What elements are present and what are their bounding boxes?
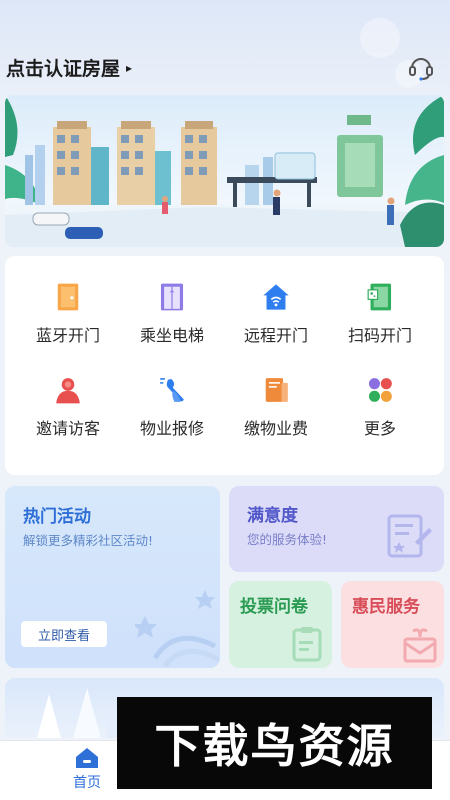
verify-house-label: 点击认证房屋	[6, 58, 121, 80]
benefit-service-title: 惠民服务	[352, 597, 420, 617]
grid-label: 乘坐电梯	[139, 326, 204, 345]
grid-item-remote-door[interactable]: 远程开门	[226, 256, 326, 346]
grid-item-bluetooth-door[interactable]: 蓝牙开门	[18, 256, 118, 346]
satisfaction-title: 满意度	[247, 506, 298, 526]
grid-label: 邀请访客	[35, 419, 100, 438]
grid-item-qr-door[interactable]: 扫码开门	[330, 256, 430, 346]
watermark-overlay: 下载鸟资源	[117, 697, 432, 789]
grid-item-repair[interactable]: 物业报修	[122, 349, 222, 439]
vote-survey-card[interactable]: 投票问卷	[229, 581, 332, 668]
grid-item-elevator[interactable]: 乘坐电梯	[122, 256, 222, 346]
qr-door-icon	[367, 283, 392, 311]
hot-activity-subtitle: 解锁更多精彩社区活动!	[23, 533, 154, 548]
view-now-button[interactable]: 立即查看	[21, 621, 107, 647]
vote-survey-title: 投票问卷	[240, 597, 308, 617]
grid-label: 扫码开门	[347, 326, 412, 345]
tab-home-label: 首页	[73, 775, 101, 791]
watermark-text: 下载鸟资源	[154, 719, 395, 773]
fireworks-icon	[135, 590, 220, 668]
clipboard-icon	[292, 627, 322, 662]
invite-visitor-icon	[56, 378, 80, 404]
hot-activity-title: 热门活动	[23, 507, 91, 527]
header: 点击认证房屋 ▸	[0, 50, 450, 86]
headset-icon[interactable]	[406, 52, 436, 82]
caret-right-icon: ▸	[126, 60, 133, 75]
grid-label: 更多	[363, 419, 396, 438]
more-icon	[368, 378, 392, 402]
home-icon	[76, 748, 98, 768]
bluetooth-door-icon	[57, 283, 79, 311]
benefit-service-card[interactable]: 惠民服务	[341, 581, 444, 668]
gift-icon	[403, 628, 437, 663]
grid-item-invite-visitor[interactable]: 邀请访客	[18, 349, 118, 439]
grid-item-more[interactable]: 更多	[330, 349, 430, 439]
remote-door-icon	[263, 284, 289, 310]
repair-icon	[160, 378, 184, 402]
grid-label: 缴物业费	[243, 419, 308, 438]
pay-fee-icon	[265, 378, 288, 402]
hot-activity-card[interactable]: 热门活动 解锁更多精彩社区活动! 立即查看	[5, 486, 220, 668]
verify-house-button[interactable]: 点击认证房屋 ▸	[6, 54, 132, 81]
community-banner[interactable]	[5, 95, 444, 247]
grid-label: 远程开门	[243, 326, 308, 345]
satisfaction-card[interactable]: 满意度 您的服务体验!	[229, 486, 444, 572]
elevator-icon	[160, 283, 184, 311]
grid-item-pay-fee[interactable]: 缴物业费	[226, 349, 326, 439]
survey-form-icon	[387, 514, 432, 558]
grid-label: 物业报修	[139, 419, 204, 438]
tab-home[interactable]: 首页	[62, 747, 112, 797]
feature-grid: 蓝牙开门 乘坐电梯 远程开门 扫码开门 邀请访客 物业报修 缴物业费 更多	[5, 256, 444, 475]
satisfaction-subtitle: 您的服务体验!	[247, 532, 328, 547]
grid-label: 蓝牙开门	[35, 326, 100, 345]
